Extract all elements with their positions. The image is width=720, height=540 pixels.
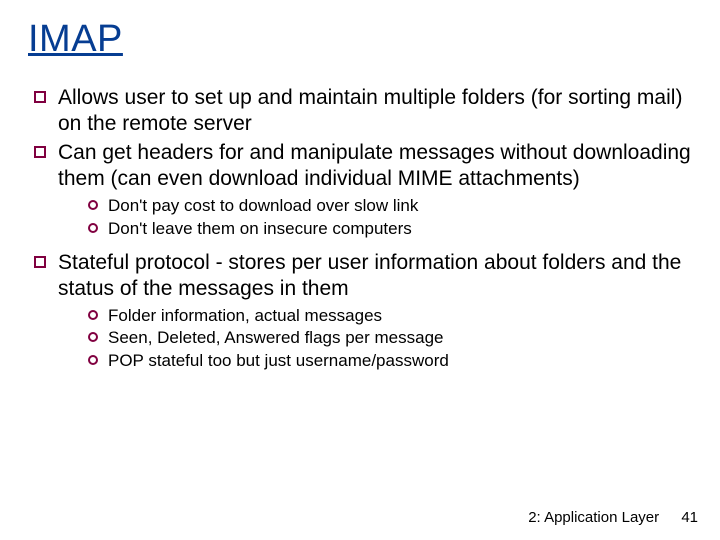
slide: IMAP Allows user to set up and maintain …: [0, 0, 720, 540]
bullet-text: Allows user to set up and maintain multi…: [58, 86, 682, 135]
sub-bullet-text: POP stateful too but just username/passw…: [108, 351, 449, 370]
slide-footer: 2: Application Layer 41: [528, 509, 698, 526]
sub-bullet-list: Don't pay cost to download over slow lin…: [58, 191, 692, 246]
list-item: Stateful protocol - stores per user info…: [34, 250, 692, 378]
sub-list-item: Don't pay cost to download over slow lin…: [88, 195, 692, 216]
sub-list-item: POP stateful too but just username/passw…: [88, 350, 692, 371]
sub-bullet-list: Folder information, actual messages Seen…: [58, 301, 692, 378]
page-number: 41: [681, 509, 698, 526]
sub-bullet-text: Seen, Deleted, Answered flags per messag…: [108, 328, 443, 347]
sub-bullet-text: Don't pay cost to download over slow lin…: [108, 196, 418, 215]
list-item: Allows user to set up and maintain multi…: [34, 85, 692, 136]
bullet-text: Stateful protocol - stores per user info…: [58, 251, 681, 300]
bullet-text: Can get headers for and manipulate messa…: [58, 141, 691, 190]
sub-bullet-text: Don't leave them on insecure computers: [108, 219, 412, 238]
list-item: Can get headers for and manipulate messa…: [34, 140, 692, 246]
sub-list-item: Folder information, actual messages: [88, 305, 692, 326]
footer-section: 2: Application Layer: [528, 509, 659, 526]
sub-list-item: Don't leave them on insecure computers: [88, 218, 692, 239]
slide-title: IMAP: [28, 18, 692, 61]
bullet-list: Allows user to set up and maintain multi…: [28, 85, 692, 378]
sub-bullet-text: Folder information, actual messages: [108, 306, 382, 325]
sub-list-item: Seen, Deleted, Answered flags per messag…: [88, 327, 692, 348]
